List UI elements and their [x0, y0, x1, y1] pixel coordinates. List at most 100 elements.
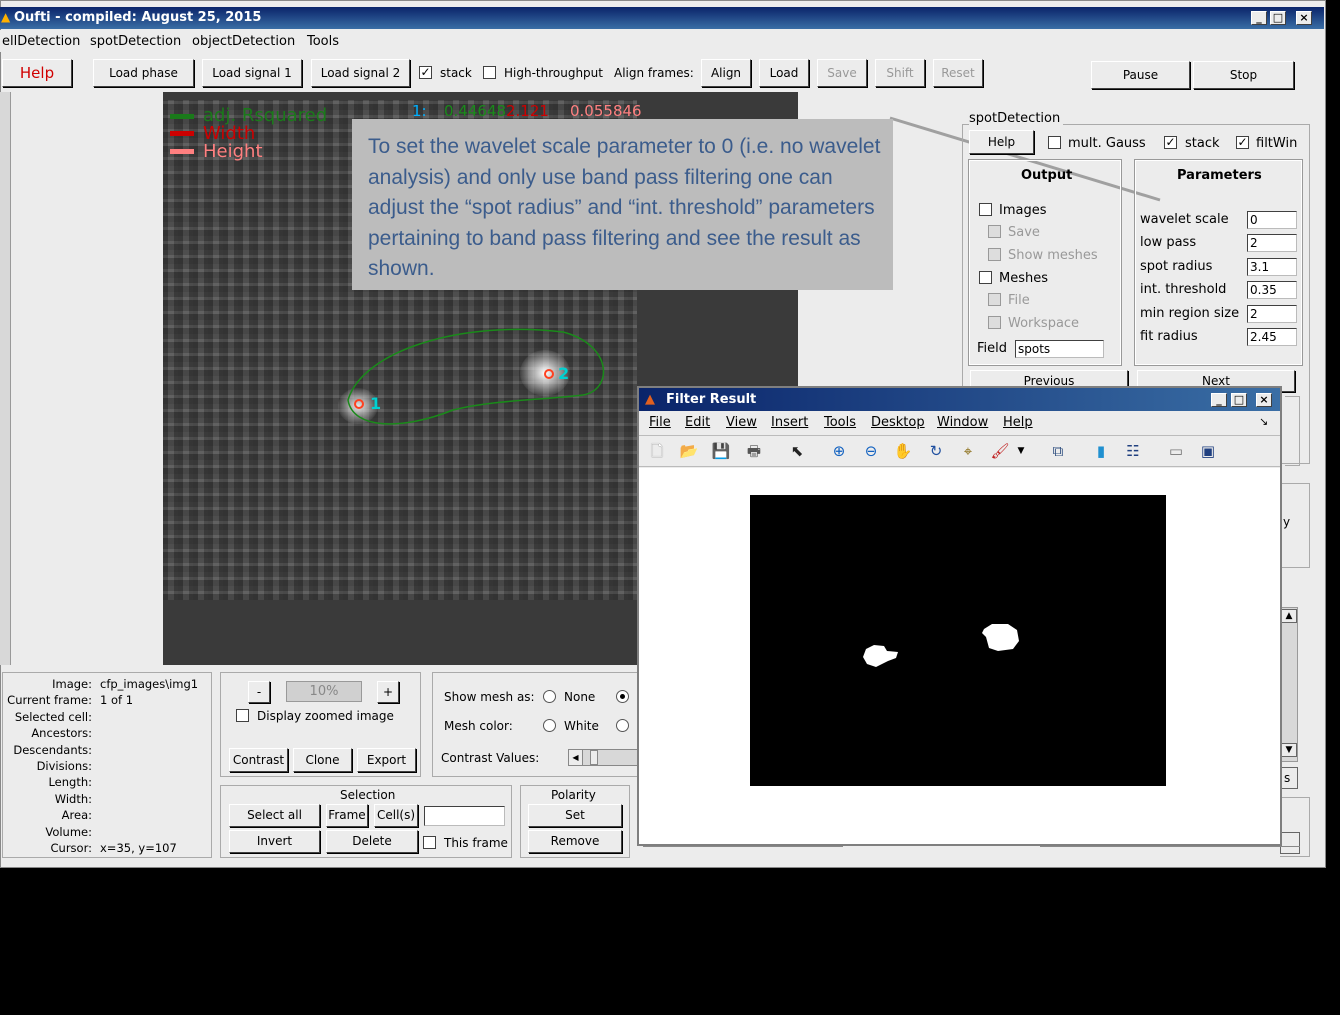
slider-left-icon[interactable]: ◀ [569, 750, 583, 765]
clone-button[interactable]: Clone [293, 748, 352, 772]
filtwin-checkbox[interactable]: ✓ [1236, 136, 1249, 149]
param-input-spot-radius[interactable]: 3.1 [1247, 258, 1297, 276]
maximize-icon[interactable]: □ [1270, 11, 1286, 25]
menu-objectdetection[interactable]: objectDetection [192, 34, 295, 49]
open-file-icon[interactable]: 📂 [678, 440, 700, 462]
param-input-int-threshold[interactable]: 0.35 [1247, 281, 1297, 299]
mesh-color-option-radio[interactable] [616, 719, 629, 732]
file-checkbox[interactable] [988, 293, 1001, 306]
display-zoomed-checkbox[interactable] [236, 709, 249, 722]
filter-menu-view[interactable]: View [726, 415, 757, 430]
filter-menu-insert[interactable]: Insert [771, 415, 808, 430]
colorbar-icon[interactable]: ▮ [1090, 440, 1112, 462]
filter-maximize-icon[interactable]: □ [1231, 393, 1247, 407]
spot-help-button[interactable]: Help [969, 130, 1034, 154]
load-signal1-button[interactable]: Load signal 1 [202, 59, 302, 87]
param-input-min-region-size[interactable]: 2 [1247, 305, 1297, 323]
stack-checkbox[interactable]: ✓ [419, 66, 432, 79]
reset-button[interactable]: Reset [933, 59, 983, 87]
new-figure-icon[interactable]: 🗋 [646, 440, 668, 462]
info-value-current-frame: 1 of 1 [100, 693, 134, 708]
close-icon[interactable]: × [1296, 11, 1312, 25]
link-plot-icon[interactable]: ⧉ [1047, 440, 1069, 462]
info-key-length: Length: [48, 775, 92, 790]
matlab-icon: ▲ [645, 392, 655, 407]
zoom-in-icon[interactable]: ⊕ [828, 440, 850, 462]
info-value-width [100, 791, 212, 807]
field-input[interactable]: spots [1015, 340, 1104, 358]
cells-input[interactable] [424, 806, 505, 826]
meshes-checkbox[interactable] [979, 271, 992, 284]
param-input-low-pass[interactable]: 2 [1247, 234, 1297, 252]
filter-close-icon[interactable]: × [1256, 393, 1272, 407]
filter-menu-edit[interactable]: Edit [685, 415, 710, 430]
save-images-checkbox[interactable] [988, 225, 1001, 238]
workspace-checkbox[interactable] [988, 316, 1001, 329]
mult-gauss-checkbox[interactable] [1048, 136, 1061, 149]
mesh-option-radio[interactable] [616, 690, 629, 703]
filter-minimize-icon[interactable]: _ [1211, 393, 1227, 407]
contrast-button[interactable]: Contrast [229, 748, 288, 772]
invert-button[interactable]: Invert [229, 830, 320, 853]
param-input-wavelet-scale[interactable]: 0 [1247, 211, 1297, 229]
export-button[interactable]: Export [357, 748, 416, 772]
align-button[interactable]: Align [701, 59, 751, 87]
annotation-text: To set the wavelet scale parameter to 0 … [368, 135, 881, 280]
filter-menu-help[interactable]: Help [1003, 415, 1033, 430]
data-cursor-icon[interactable]: ⌖ [957, 440, 979, 462]
legend-icon[interactable]: ☷ [1122, 440, 1144, 462]
pointer-icon[interactable]: ⬉ [786, 440, 808, 462]
menu-celldetection[interactable]: ellDetection [2, 34, 80, 49]
delete-button[interactable]: Delete [326, 830, 418, 853]
brush-icon[interactable]: 🖌 [989, 440, 1011, 462]
dock-arrow-icon[interactable]: ↘ [1259, 415, 1268, 428]
cells-button[interactable]: Cell(s) [374, 804, 418, 827]
brush-dropdown-icon[interactable]: ▼ [1014, 440, 1028, 462]
spot-stack-checkbox[interactable]: ✓ [1164, 136, 1177, 149]
frame-button[interactable]: Frame [326, 804, 368, 827]
load-phase-button[interactable]: Load phase [93, 59, 194, 87]
polarity-remove-button[interactable]: Remove [528, 830, 622, 853]
this-frame-checkbox[interactable] [423, 836, 436, 849]
print-icon[interactable]: 🖶 [743, 440, 765, 462]
rotate-3d-icon[interactable]: ↻ [925, 440, 947, 462]
info-value-cursor: x=35, y=107 [100, 840, 177, 855]
scroll-down-icon[interactable]: ▼ [1281, 743, 1297, 757]
menu-spotdetection[interactable]: spotDetection [90, 34, 181, 49]
slider-thumb[interactable] [590, 750, 598, 765]
help-button[interactable]: Help [2, 59, 72, 87]
show-meshes-label: Show meshes [1008, 248, 1098, 263]
select-all-button[interactable]: Select all [229, 804, 320, 827]
filter-menu-window[interactable]: Window [937, 415, 988, 430]
zoom-out-icon[interactable]: ⊖ [860, 440, 882, 462]
high-throughput-checkbox[interactable] [483, 66, 496, 79]
save-figure-icon[interactable]: 💾 [710, 440, 732, 462]
pause-button[interactable]: Pause [1091, 61, 1190, 89]
load-signal2-button[interactable]: Load signal 2 [311, 59, 410, 87]
images-checkbox[interactable] [979, 203, 992, 216]
show-meshes-checkbox[interactable] [988, 248, 1001, 261]
filter-menu-file[interactable]: File [649, 415, 671, 430]
zoom-in-button[interactable]: + [377, 681, 399, 703]
hide-plot-tools-icon[interactable]: ▭ [1165, 440, 1187, 462]
mesh-white-radio[interactable] [543, 719, 556, 732]
filter-menu-desktop[interactable]: Desktop [871, 415, 925, 430]
load-button[interactable]: Load [759, 59, 809, 87]
minimize-icon[interactable]: _ [1251, 11, 1267, 25]
zoom-out-button[interactable]: - [248, 681, 270, 703]
menu-tools[interactable]: Tools [307, 34, 339, 49]
right-scrollbar[interactable] [1280, 607, 1298, 762]
show-plot-tools-icon[interactable]: ▣ [1197, 440, 1219, 462]
scroll-up-icon[interactable]: ▲ [1281, 609, 1297, 623]
polarity-set-button[interactable]: Set [528, 804, 622, 827]
param-input-fit-radius[interactable]: 2.45 [1247, 328, 1297, 346]
app-icon: ▲ [1, 10, 11, 24]
info-value-area [100, 807, 212, 823]
filter-menu-tools[interactable]: Tools [824, 415, 856, 430]
pan-hand-icon[interactable]: ✋ [892, 440, 914, 462]
left-scrollbar[interactable] [0, 92, 11, 665]
mesh-none-radio[interactable] [543, 690, 556, 703]
stop-button[interactable]: Stop [1193, 61, 1294, 89]
shift-button[interactable]: Shift [875, 59, 925, 87]
save-button[interactable]: Save [817, 59, 867, 87]
